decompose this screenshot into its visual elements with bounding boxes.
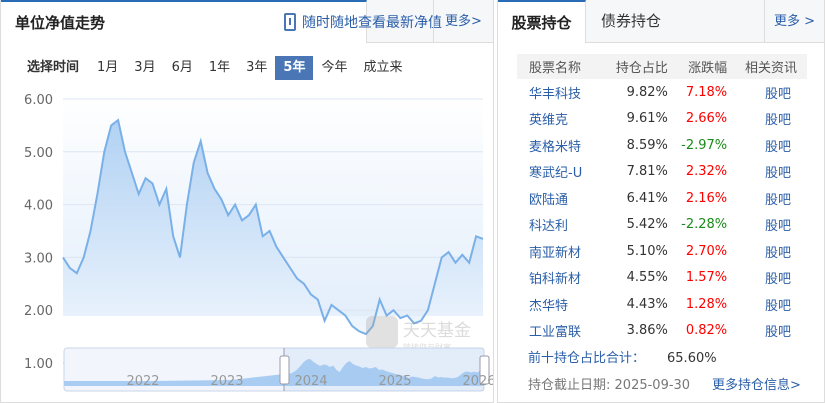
holdings-table: 股票名称 持仓占比 涨跌幅 相关资讯 华丰科技 9.82% 7.18% 股吧 英维… — [517, 54, 807, 344]
stock-name-link[interactable]: 科达利 — [517, 212, 601, 239]
stock-name-link[interactable]: 铂科新材 — [517, 265, 601, 292]
holdings-header: 股票持仓 债券持仓 更多 > — [498, 0, 824, 43]
holdings-panel: 股票持仓 债券持仓 更多 > 股票名称 持仓占比 涨跌幅 相关资讯 华丰科技 9… — [497, 0, 825, 403]
stock-weight: 9.82% — [626, 84, 668, 100]
stock-change: 2.70% — [685, 243, 728, 259]
time-3y[interactable]: 3年 — [238, 56, 275, 80]
stock-weight: 5.10% — [626, 243, 668, 259]
stock-weight: 4.55% — [626, 270, 668, 286]
stock-change: 2.32% — [685, 164, 728, 180]
stock-forum-link[interactable]: 股吧 — [727, 212, 807, 239]
stock-name-link[interactable]: 英维克 — [517, 106, 601, 133]
stock-name-link[interactable]: 杰华特 — [517, 291, 601, 318]
time-label: 选择时间 — [27, 60, 80, 75]
stock-name-link[interactable]: 欧陆通 — [517, 185, 601, 212]
stock-forum-link[interactable]: 股吧 — [727, 265, 807, 292]
stock-change: 1.28% — [685, 296, 728, 312]
navigator-x-tick: 2023 — [210, 374, 243, 389]
stock-change: 2.16% — [685, 190, 728, 206]
navigator-left-handle[interactable] — [279, 355, 290, 385]
stock-name-link[interactable]: 寒武纪-U — [517, 159, 601, 186]
y-tick-label: 4.00 — [24, 199, 53, 214]
stock-name-link[interactable]: 华丰科技 — [517, 79, 601, 106]
stock-change: 1.57% — [685, 270, 728, 286]
more-holdings-link[interactable]: 更多持仓信息> — [712, 374, 801, 393]
navigator-x-tick: 2026 — [462, 374, 493, 389]
stock-weight: 8.59% — [626, 137, 668, 153]
stock-weight: 4.43% — [626, 296, 668, 312]
y-tick-label: 5.00 — [24, 146, 53, 161]
more-link[interactable]: 更多> — [433, 0, 493, 43]
time-ytd[interactable]: 今年 — [313, 56, 355, 80]
time-range-selector: 选择时间 1月 3月 6月 1年 3年 5年 今年 成立来 — [27, 56, 411, 80]
date-value: 2025-09-30 — [614, 378, 691, 393]
date-label: 持仓截止日期: — [528, 378, 611, 393]
svg-text:天天基金: 天天基金 — [403, 321, 471, 341]
holdings-more-link[interactable]: 更多 > — [764, 0, 824, 43]
stock-forum-link[interactable]: 股吧 — [727, 132, 807, 159]
stock-change: 0.82% — [685, 323, 728, 339]
col-name: 股票名称 — [517, 54, 601, 79]
holding-row: 杰华特 4.43% 1.28% 股吧 — [517, 291, 807, 318]
holding-row: 麦格米特 8.59% -2.97% 股吧 — [517, 132, 807, 159]
stock-weight: 6.41% — [626, 190, 668, 206]
holding-row: 工业富联 3.86% 0.82% 股吧 — [517, 318, 807, 345]
app-promo-link[interactable]: 随时随地查看最新净值 — [284, 12, 442, 32]
holding-row: 华丰科技 9.82% 7.18% 股吧 — [517, 79, 807, 106]
stock-weight: 3.86% — [626, 323, 668, 339]
stock-change: 2.66% — [685, 111, 728, 127]
holding-row: 英维克 9.61% 2.66% 股吧 — [517, 106, 807, 133]
stock-weight: 9.61% — [626, 111, 668, 127]
y-tick-label: 3.00 — [24, 251, 53, 266]
app-promo-text: 随时随地查看最新净值 — [302, 15, 442, 31]
total-value: 65.60% — [667, 351, 717, 366]
navigator-x-tick: 2022 — [126, 374, 159, 389]
time-3m[interactable]: 3月 — [126, 56, 163, 80]
top10-total: 前十持仓占比合计： 65.60% — [528, 347, 717, 366]
nav-trend-panel: 单位净值走势 随时随地查看最新净值 更多> 选择时间 1月 3月 6月 1年 3… — [0, 0, 494, 403]
stock-forum-link[interactable]: 股吧 — [727, 185, 807, 212]
holding-row: 寒武纪-U 7.81% 2.32% 股吧 — [517, 159, 807, 186]
y-tick-label: 6.00 — [24, 93, 53, 108]
panel-header: 单位净值走势 随时随地查看最新净值 更多> — [1, 0, 493, 43]
holding-row: 南亚新材 5.10% 2.70% 股吧 — [517, 238, 807, 265]
holdings-date: 持仓截止日期: 2025-09-30 — [528, 374, 690, 393]
y-tick-label: 2.00 — [24, 304, 53, 319]
stock-forum-link[interactable]: 股吧 — [727, 238, 807, 265]
col-weight: 持仓占比 — [600, 54, 668, 79]
stock-forum-link[interactable]: 股吧 — [727, 106, 807, 133]
navigator-x-tick: 2025 — [378, 374, 411, 389]
stock-name-link[interactable]: 南亚新材 — [517, 238, 601, 265]
stock-forum-link[interactable]: 股吧 — [727, 318, 807, 345]
total-label: 前十持仓占比合计： — [528, 351, 646, 366]
stock-change: -2.28% — [681, 217, 728, 233]
phone-icon — [284, 13, 296, 31]
holding-row: 科达利 5.42% -2.28% 股吧 — [517, 212, 807, 239]
time-6m[interactable]: 6月 — [164, 56, 201, 80]
holding-row: 铂科新材 4.55% 1.57% 股吧 — [517, 265, 807, 292]
stock-name-link[interactable]: 麦格米特 — [517, 132, 601, 159]
y-tick-label: 1.00 — [24, 357, 53, 372]
holding-row: 欧陆通 6.41% 2.16% 股吧 — [517, 185, 807, 212]
stock-weight: 5.42% — [626, 217, 668, 233]
stock-change: 7.18% — [685, 84, 728, 100]
time-1y[interactable]: 1年 — [201, 56, 238, 80]
tab-bond-holdings[interactable]: 债券持仓 — [586, 0, 676, 43]
watermark: 天天基金 链接您与财富 — [366, 316, 471, 352]
time-since-inception[interactable]: 成立来 — [355, 56, 410, 80]
time-5y[interactable]: 5年 — [275, 56, 314, 80]
stock-forum-link[interactable]: 股吧 — [727, 291, 807, 318]
nav-chart: 6.00 5.00 4.00 3.00 2.00 1.00 天天基金 链接您与财富 202… — [24, 93, 493, 392]
stock-name-link[interactable]: 工业富联 — [517, 318, 601, 345]
stock-forum-link[interactable]: 股吧 — [727, 79, 807, 106]
stock-forum-link[interactable]: 股吧 — [727, 159, 807, 186]
tab-stock-holdings[interactable]: 股票持仓 — [498, 0, 586, 43]
time-1m[interactable]: 1月 — [89, 56, 126, 80]
navigator-x-tick: 2024 — [294, 374, 327, 389]
col-news: 相关资讯 — [727, 54, 807, 79]
stock-weight: 7.81% — [626, 164, 668, 180]
stock-change: -2.97% — [681, 137, 728, 153]
col-change: 涨跌幅 — [667, 54, 728, 79]
